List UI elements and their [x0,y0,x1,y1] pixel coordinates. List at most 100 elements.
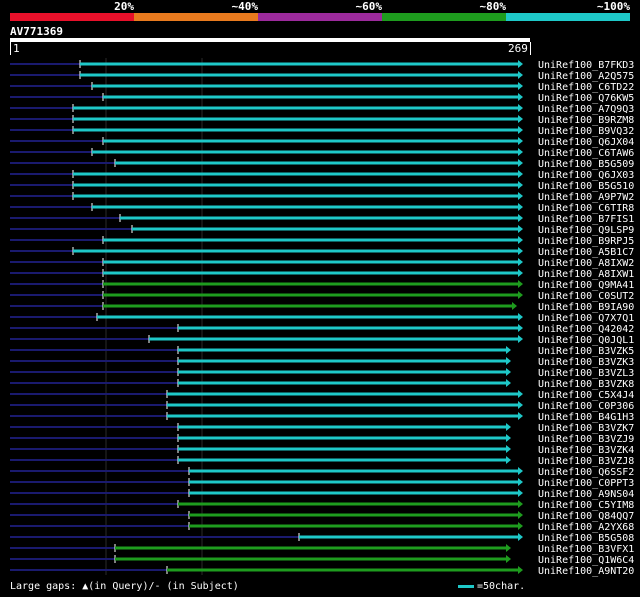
hit-row[interactable]: UniRef100_B5G510 [10,181,634,192]
hit-label[interactable]: UniRef100_B3VZJ8 [538,456,634,467]
hit-label[interactable]: UniRef100_B9VQ32 [538,126,634,137]
hit-label[interactable]: UniRef100_B7FKD3 [538,60,634,71]
hit-row[interactable]: UniRef100_Q9LSP9 [10,225,634,236]
hit-row[interactable]: UniRef100_A2YX68 [10,522,634,533]
hit-label[interactable]: UniRef100_A9NS04 [538,489,634,500]
hit-label[interactable]: UniRef100_B3VZK7 [538,423,634,434]
hit-label[interactable]: UniRef100_A9P7W2 [538,192,634,203]
hit-row[interactable]: UniRef100_C5YIM8 [10,500,634,511]
hit-label[interactable]: UniRef100_B3VZK5 [538,346,634,357]
hit-row[interactable]: UniRef100_Q6SSF2 [10,467,634,478]
hit-row[interactable]: UniRef100_Q7X7Q1 [10,313,634,324]
hit-row[interactable]: UniRef100_B3VZK8 [10,379,634,390]
hit-label[interactable]: UniRef100_B9RPJ5 [538,236,634,247]
hit-row[interactable]: UniRef100_Q1W6C4 [10,555,634,566]
hit-label[interactable]: UniRef100_Q9LSP9 [538,225,634,236]
hit-row[interactable]: UniRef100_C0PPT3 [10,478,634,489]
hit-row[interactable]: UniRef100_B7FIS1 [10,214,634,225]
hit-label[interactable]: UniRef100_Q76KW5 [538,93,634,104]
hit-label[interactable]: UniRef100_B7FIS1 [538,214,634,225]
hit-row[interactable]: UniRef100_Q0JQL1 [10,335,634,346]
hit-label[interactable]: UniRef100_C5YIM8 [538,500,634,511]
hit-label[interactable]: UniRef100_A5B1C7 [538,247,634,258]
hit-row[interactable]: UniRef100_C6TIR8 [10,203,634,214]
hit-label[interactable]: UniRef100_B5G508 [538,533,634,544]
hit-row[interactable]: UniRef100_C0P306 [10,401,634,412]
hit-label[interactable]: UniRef100_B3VZK3 [538,357,634,368]
hit-row[interactable]: UniRef100_C0SUT2 [10,291,634,302]
hit-row[interactable]: UniRef100_B7FKD3 [10,60,634,71]
hit-label[interactable]: UniRef100_B4G1H3 [538,412,634,423]
hit-row[interactable]: UniRef100_B9IA90 [10,302,634,313]
hit-row[interactable]: UniRef100_A5B1C7 [10,247,634,258]
hit-row[interactable]: UniRef100_A7Q9Q3 [10,104,634,115]
hit-row[interactable]: UniRef100_A2Q575 [10,71,634,82]
hit-row[interactable]: UniRef100_B3VZK5 [10,346,634,357]
hit-row[interactable]: UniRef100_C6TAW6 [10,148,634,159]
hit-label[interactable]: UniRef100_B9RZM8 [538,115,634,126]
hit-label[interactable]: UniRef100_A2YX68 [538,522,634,533]
hit-row[interactable]: UniRef100_C6TD22 [10,82,634,93]
hit-row[interactable]: UniRef100_A8IXW2 [10,258,634,269]
hit-row[interactable]: UniRef100_B3VZK4 [10,445,634,456]
hit-arrow-icon [518,71,523,79]
hit-label[interactable]: UniRef100_C0SUT2 [538,291,634,302]
hit-label[interactable]: UniRef100_B5G509 [538,159,634,170]
hit-label[interactable]: UniRef100_C0P306 [538,401,634,412]
hit-label[interactable]: UniRef100_B9IA90 [538,302,634,313]
hit-label[interactable]: UniRef100_Q6JX03 [538,170,634,181]
hit-label[interactable]: UniRef100_B5G510 [538,181,634,192]
hit-label[interactable]: UniRef100_A9NT20 [538,566,634,577]
hit-row[interactable]: UniRef100_B3VZJ8 [10,456,634,467]
hit-row[interactable]: UniRef100_B5G508 [10,533,634,544]
hit-label[interactable]: UniRef100_B3VZK4 [538,445,634,456]
hit-row[interactable]: UniRef100_B3VZK7 [10,423,634,434]
hit-label[interactable]: UniRef100_Q0JQL1 [538,335,634,346]
hit-row[interactable]: UniRef100_B5G509 [10,159,634,170]
hit-row[interactable]: UniRef100_B3VZK3 [10,357,634,368]
hit-label[interactable]: UniRef100_C6TAW6 [538,148,634,159]
hit-label[interactable]: UniRef100_Q7X7Q1 [538,313,634,324]
hit-arrow-icon [518,533,523,541]
hit-row[interactable]: UniRef100_A9NS04 [10,489,634,500]
hit-label[interactable]: UniRef100_C6TIR8 [538,203,634,214]
hit-row[interactable]: UniRef100_B4G1H3 [10,412,634,423]
hit-row[interactable]: UniRef100_A8IXW1 [10,269,634,280]
hit-row[interactable]: UniRef100_Q84QQ7 [10,511,634,522]
hit-row[interactable]: UniRef100_Q6JX04 [10,137,634,148]
hit-row[interactable]: UniRef100_B9VQ32 [10,126,634,137]
hit-label[interactable]: UniRef100_A7Q9Q3 [538,104,634,115]
hit-row[interactable]: UniRef100_B3VFX1 [10,544,634,555]
hit-label[interactable]: UniRef100_C6TD22 [538,82,634,93]
hit-row[interactable]: UniRef100_B9RZM8 [10,115,634,126]
hit-label[interactable]: UniRef100_Q6JX04 [538,137,634,148]
hit-label[interactable]: UniRef100_Q9MA41 [538,280,634,291]
hit-row[interactable]: UniRef100_Q76KW5 [10,93,634,104]
hit-label[interactable]: UniRef100_Q42042 [538,324,634,335]
hit-label[interactable]: UniRef100_B3VFX1 [538,544,634,555]
hit-row[interactable]: UniRef100_B3VZJ9 [10,434,634,445]
hit-label[interactable]: UniRef100_B3VZK8 [538,379,634,390]
hit-label[interactable]: UniRef100_B3VZJ9 [538,434,634,445]
hit-label[interactable]: UniRef100_C0PPT3 [538,478,634,489]
hit-row[interactable]: UniRef100_A9NT20 [10,566,634,577]
hit-label[interactable]: UniRef100_C5X4J4 [538,390,634,401]
hit-row[interactable]: UniRef100_C5X4J4 [10,390,634,401]
hit-arrow-icon [518,181,523,189]
hit-row[interactable]: UniRef100_B9RPJ5 [10,236,634,247]
hit-label[interactable]: UniRef100_Q84QQ7 [538,511,634,522]
hit-label[interactable]: UniRef100_A8IXW2 [538,258,634,269]
hit-arrow-icon [518,137,523,145]
hit-row[interactable]: UniRef100_Q6JX03 [10,170,634,181]
hit-row[interactable]: UniRef100_B3VZL3 [10,368,634,379]
hit-label[interactable]: UniRef100_B3VZL3 [538,368,634,379]
hit-label[interactable]: UniRef100_Q6SSF2 [538,467,634,478]
hit-row[interactable]: UniRef100_A9P7W2 [10,192,634,203]
hit-arrow-icon [518,258,523,266]
hit-label[interactable]: UniRef100_Q1W6C4 [538,555,634,566]
hit-row[interactable]: UniRef100_Q9MA41 [10,280,634,291]
hit-arrow-icon [518,511,523,519]
hit-label[interactable]: UniRef100_A2Q575 [538,71,634,82]
hit-row[interactable]: UniRef100_Q42042 [10,324,634,335]
hit-label[interactable]: UniRef100_A8IXW1 [538,269,634,280]
